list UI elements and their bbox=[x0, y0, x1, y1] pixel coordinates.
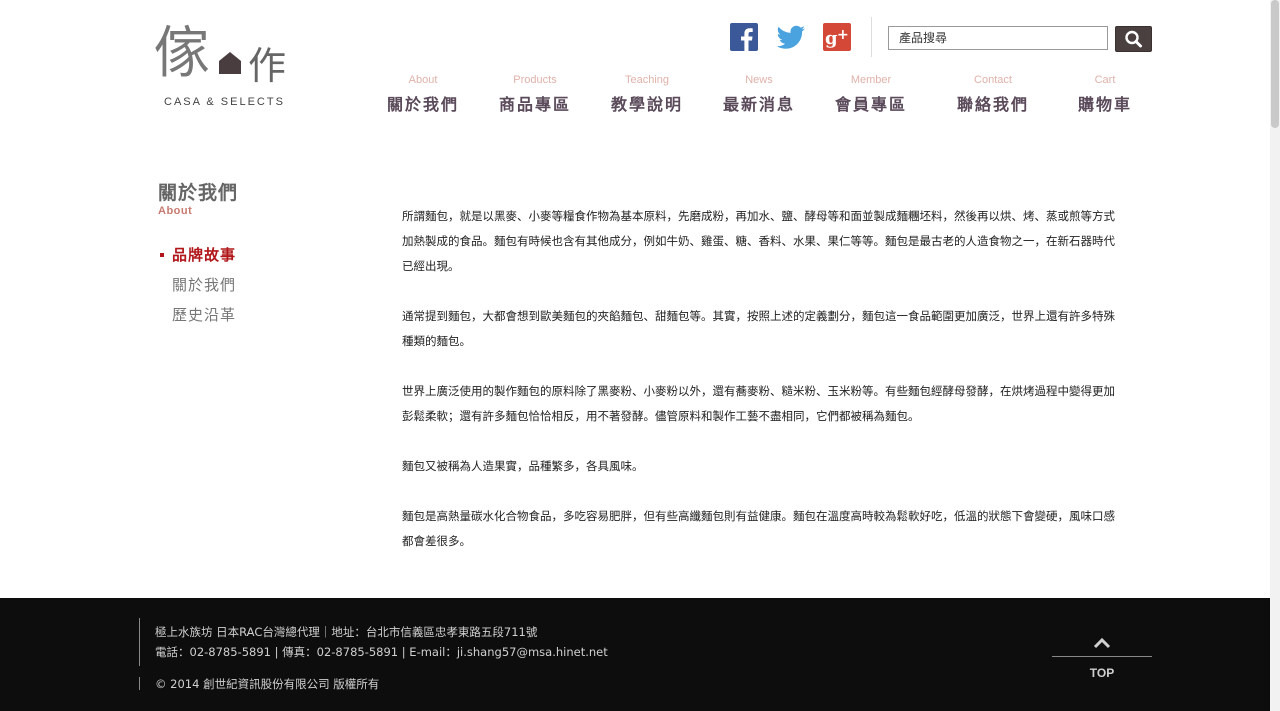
google-plus-icon[interactable]: g + bbox=[823, 23, 851, 51]
footer-address: 極上水族坊 日本RAC台灣總代理｜地址：台北市信義區忠孝東路五段711號 bbox=[155, 625, 538, 639]
sidebar-subtitle: About bbox=[158, 205, 193, 217]
nav-zh-label: 關於我們 bbox=[386, 95, 459, 114]
nav-about[interactable]: About 關於我們 bbox=[373, 72, 473, 118]
search-button[interactable] bbox=[1115, 26, 1152, 52]
nav-zh-label: 商品專區 bbox=[498, 95, 571, 114]
twitter-icon[interactable] bbox=[776, 23, 805, 51]
scrollbar-thumb[interactable] bbox=[1271, 0, 1279, 128]
sidebar-item-about-us[interactable]: 關於我們 bbox=[158, 273, 308, 303]
header-divider bbox=[871, 17, 872, 57]
sidebar-item-brand-story[interactable]: 品牌故事 bbox=[158, 243, 308, 273]
top-label: TOP bbox=[1089, 666, 1115, 680]
site-footer: 極上水族坊 日本RAC台灣總代理｜地址：台北市信義區忠孝東路五段711號 電話：… bbox=[0, 598, 1270, 711]
svg-text:+: + bbox=[837, 27, 849, 43]
sidebar-item-history[interactable]: 歷史沿革 bbox=[158, 303, 308, 333]
top-divider bbox=[1052, 656, 1152, 657]
nav-zh-label: 最新消息 bbox=[722, 95, 795, 114]
nav-zh-label: 購物車 bbox=[1077, 95, 1132, 114]
page: 傢 作 CASA & SELECTS g + 產品搜尋 About 關於我們 P… bbox=[0, 0, 1270, 711]
nav-member[interactable]: Member 會員專區 bbox=[821, 72, 921, 118]
nav-en-label: About bbox=[408, 74, 438, 86]
nav-en-label: News bbox=[745, 74, 773, 86]
footer-contact: 電話：02-8785-5891 | 傳真：02-8785-5891 | E-ma… bbox=[155, 645, 608, 659]
nav-news[interactable]: News 最新消息 bbox=[709, 72, 809, 118]
site-logo[interactable]: 傢 作 CASA & SELECTS bbox=[154, 24, 294, 114]
footer-divider bbox=[139, 618, 140, 666]
nav-en-label: Member bbox=[850, 74, 892, 86]
nav-cart[interactable]: Cart 購物車 bbox=[1055, 72, 1155, 118]
article-paragraph: 世界上廣泛使用的製作麵包的原料除了黑麥粉、小麥粉以外，還有蕎麥粉、糙米粉、玉米粉… bbox=[402, 384, 1115, 423]
footer-divider bbox=[139, 677, 140, 690]
sidebar-item-label: 關於我們 bbox=[172, 276, 237, 294]
scrollbar[interactable] bbox=[1270, 0, 1280, 711]
house-icon bbox=[219, 52, 241, 74]
search-input[interactable] bbox=[888, 26, 1108, 50]
chevron-up-icon bbox=[1093, 637, 1111, 649]
nav-zh-label: 教學說明 bbox=[610, 95, 683, 114]
article-content: 所謂麵包，就是以黑麥、小麥等糧食作物為基本原料，先磨成粉，再加水、鹽、酵母等和面… bbox=[402, 204, 1124, 579]
nav-teaching[interactable]: Teaching 教學說明 bbox=[597, 72, 697, 118]
logo-subtitle: CASA & SELECTS bbox=[164, 96, 285, 108]
logo-char-right: 作 bbox=[248, 44, 287, 88]
active-bullet-icon bbox=[160, 253, 164, 257]
nav-en-label: Contact bbox=[974, 74, 1012, 86]
logo-char-left: 傢 bbox=[154, 21, 210, 86]
article-paragraph: 所謂麵包，就是以黑麥、小麥等糧食作物為基本原料，先磨成粉，再加水、鹽、酵母等和面… bbox=[402, 209, 1115, 273]
article-paragraph: 通常提到麵包，大都會想到歐美麵包的夾餡麵包、甜麵包等。其實，按照上述的定義劃分，… bbox=[402, 309, 1115, 348]
nav-zh-label: 聯絡我們 bbox=[956, 95, 1029, 114]
nav-contact[interactable]: Contact 聯絡我們 bbox=[943, 72, 1043, 118]
nav-zh-label: 會員專區 bbox=[834, 95, 907, 114]
nav-en-label: Cart bbox=[1094, 74, 1116, 86]
sidebar-menu: 品牌故事 關於我們 歷史沿革 bbox=[158, 243, 308, 333]
nav-en-label: Teaching bbox=[624, 74, 670, 86]
article-paragraph: 麵包又被稱為人造果實，品種繁多，各具風味。 bbox=[402, 459, 644, 473]
nav-products[interactable]: Products 商品專區 bbox=[485, 72, 585, 118]
sidebar-item-label: 歷史沿革 bbox=[172, 306, 237, 324]
nav-en-label: Products bbox=[513, 74, 557, 86]
sidebar-item-label: 品牌故事 bbox=[172, 246, 237, 264]
facebook-icon[interactable] bbox=[730, 23, 758, 51]
sidebar-title: 關於我們 bbox=[158, 182, 239, 204]
back-to-top-button[interactable]: TOP bbox=[1052, 626, 1152, 686]
article-paragraph: 麵包是高熱量碳水化合物食品，多吃容易肥胖，但有些高纖麵包則有益健康。麵包在溫度高… bbox=[402, 509, 1115, 548]
search-icon bbox=[1125, 30, 1142, 48]
footer-copyright: © 2014 創世紀資訊股份有限公司 版權所有 bbox=[155, 677, 380, 691]
